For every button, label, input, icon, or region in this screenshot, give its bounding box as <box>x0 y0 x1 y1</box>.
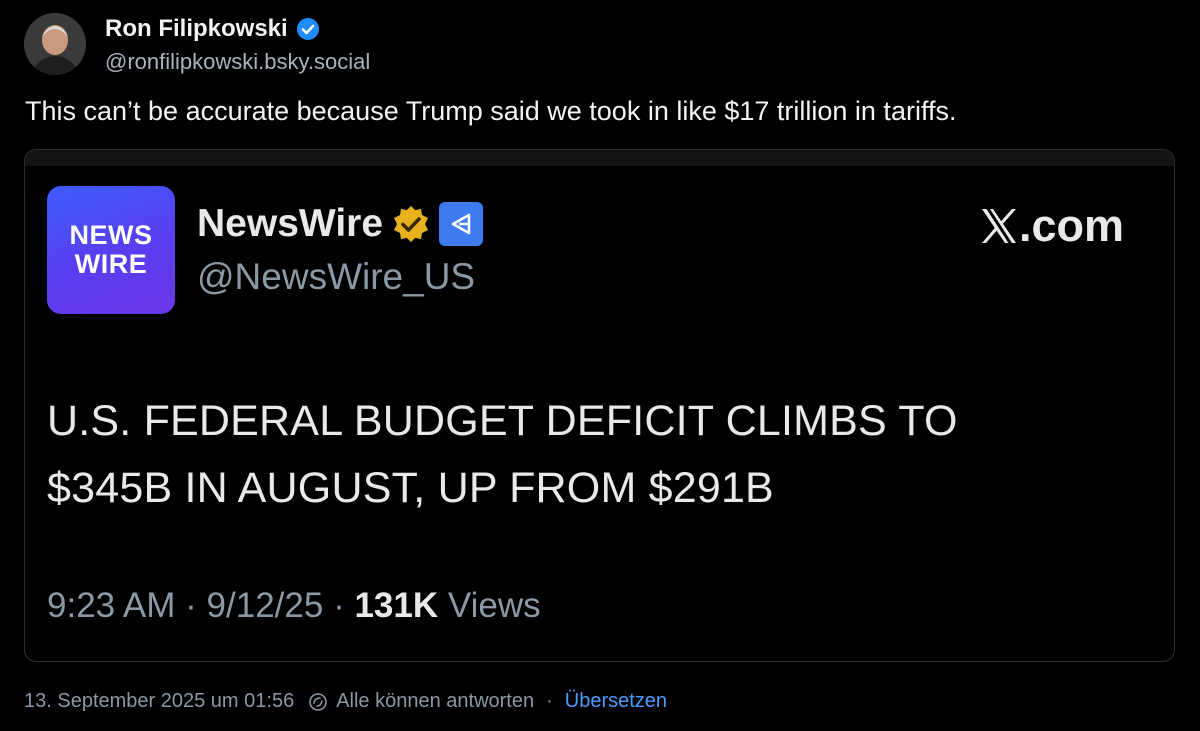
newswire-logo: NEWS WIRE <box>47 186 175 314</box>
translate-link[interactable]: Übersetzen <box>565 690 667 713</box>
headline: U.S. FEDERAL BUDGET DEFICIT CLIMBS TO $3… <box>47 388 1127 522</box>
source-name-row: NewsWire <box>197 202 484 246</box>
views-label: Views <box>447 586 541 625</box>
post-timestamp[interactable]: 13. September 2025 um 01:56 <box>24 690 294 713</box>
site-domain: .com <box>1018 200 1124 251</box>
x-com-label: .com <box>979 200 1124 252</box>
image-top-strip <box>25 150 1174 166</box>
verified-check-icon <box>296 18 319 40</box>
affiliation-badge-icon <box>439 202 484 246</box>
reply-setting[interactable]: Alle können antworten <box>336 690 534 713</box>
author-name-row[interactable]: Ron Filipkowski <box>105 15 320 43</box>
post-text: This can’t be accurate because Trump sai… <box>25 96 957 126</box>
source-handle: @NewsWire_US <box>197 256 476 297</box>
author-display-name[interactable]: Ron Filipkowski <box>105 15 288 43</box>
headline-line-2: $345B IN AUGUST, UP FROM $291B <box>47 464 774 512</box>
x-logo-icon <box>981 209 1016 243</box>
headline-line-1: U.S. FEDERAL BUDGET DEFICIT CLIMBS TO <box>47 397 958 445</box>
logo-text-line2: WIRE <box>74 249 148 279</box>
globe-reply-icon <box>309 692 327 711</box>
source-name: NewsWire <box>197 202 384 245</box>
footer-separator: · <box>546 690 553 712</box>
tweet-time: 9:23 AM <box>47 586 176 625</box>
author-handle[interactable]: @ronfilipkowski.bsky.social <box>105 49 370 75</box>
bluesky-post: Ron Filipkowski @ronfilipkowski.bsky.soc… <box>0 0 1200 731</box>
logo-text-line1: NEWS <box>69 220 153 250</box>
tweet-date: 9/12/25 <box>206 586 324 625</box>
post-footer: 13. September 2025 um 01:56 Alle können … <box>24 690 667 713</box>
gold-verified-badge-icon <box>394 206 429 242</box>
avatar[interactable] <box>24 13 86 75</box>
tweet-meta: 9:23 AM · 9/12/25 · 131K Views <box>47 586 541 625</box>
avatar-photo <box>24 13 86 75</box>
embedded-image[interactable]: NEWS WIRE NewsWire @NewsWire_US .com U.S… <box>24 149 1175 662</box>
views-count: 131K <box>354 586 439 625</box>
